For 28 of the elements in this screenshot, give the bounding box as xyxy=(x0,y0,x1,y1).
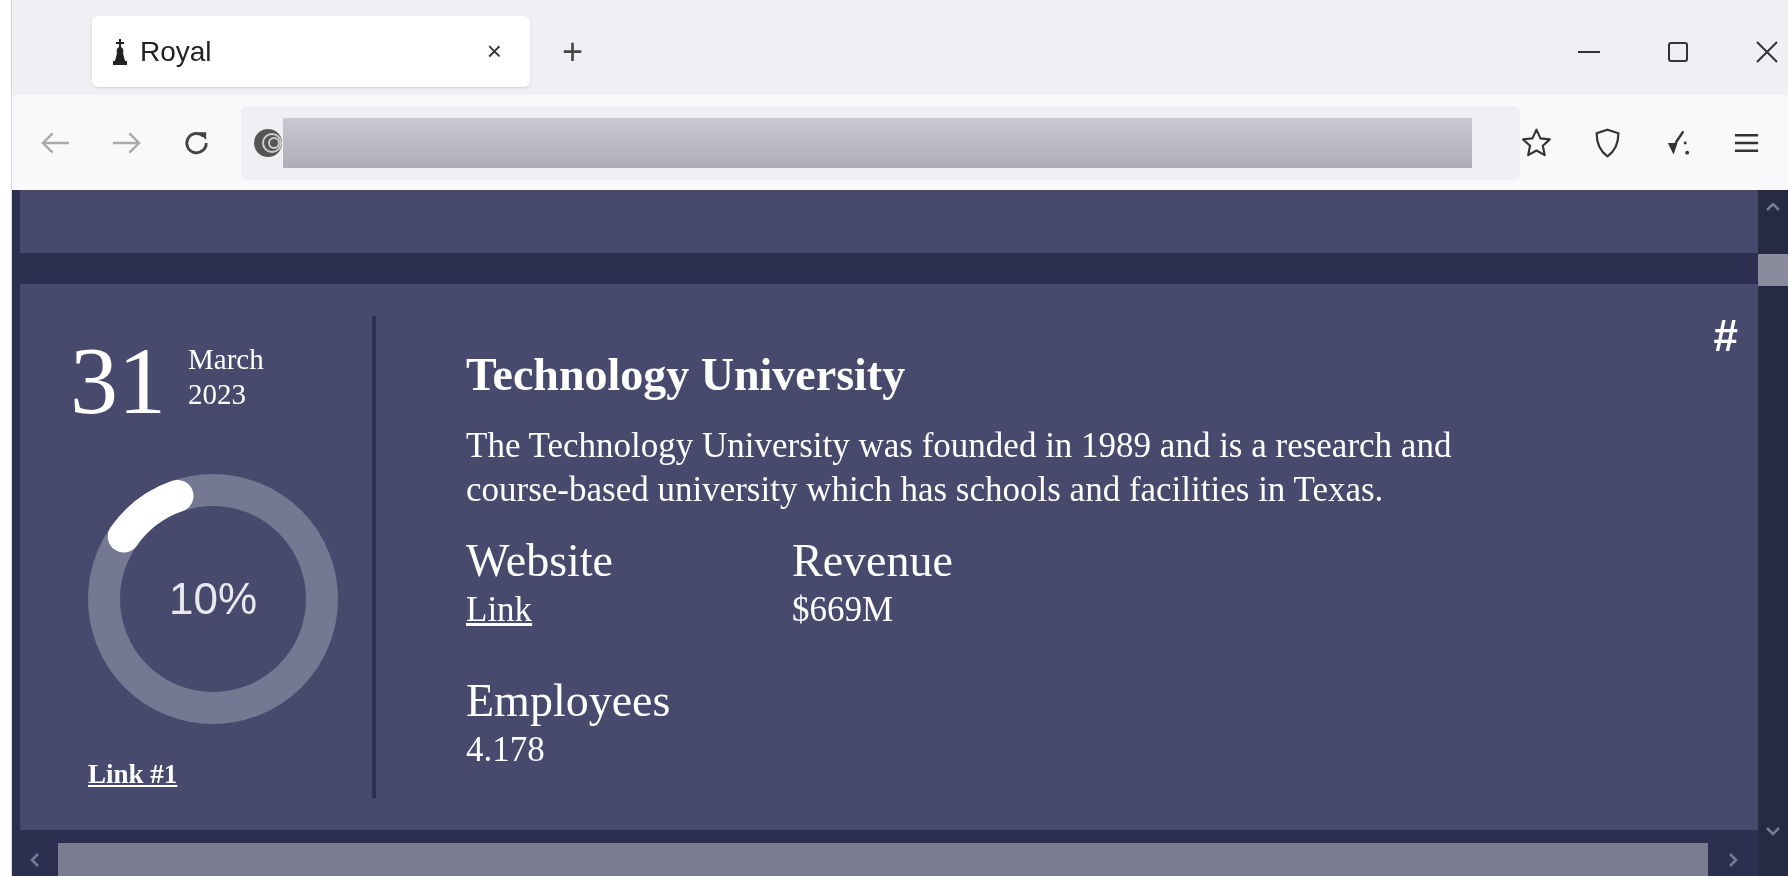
scroll-left-icon[interactable] xyxy=(28,850,42,869)
date-day: 31 xyxy=(70,338,166,425)
side-link[interactable]: Link #1 xyxy=(88,754,178,795)
star-icon[interactable] xyxy=(1520,126,1553,159)
new-tab-button[interactable]: + xyxy=(554,24,592,79)
date-month: March xyxy=(188,342,264,377)
horizontal-scrollbar-thumb[interactable] xyxy=(58,843,1708,876)
browser-tab[interactable]: Royal × xyxy=(92,16,530,87)
progress-percent: 10% xyxy=(168,573,258,626)
site-info-icon[interactable] xyxy=(252,127,283,158)
maximize-icon[interactable] xyxy=(1668,41,1688,62)
anchor-link[interactable]: # xyxy=(1713,314,1738,358)
scroll-right-icon[interactable] xyxy=(1726,850,1740,869)
card-description: The Technology University was founded in 1989 and is a research and course-based university which has schools and facilities in Texas. xyxy=(466,424,1453,511)
date-year: 2023 xyxy=(188,376,247,412)
close-tab-button[interactable]: × xyxy=(478,32,510,71)
scroll-down-icon[interactable] xyxy=(1764,824,1782,838)
card-title: Technology University xyxy=(466,348,906,402)
field-label: Employees xyxy=(466,676,671,728)
field-label: Revenue xyxy=(792,536,953,587)
chess-king-icon xyxy=(112,38,128,65)
field-value: $669M xyxy=(792,588,894,631)
tab-title: Royal xyxy=(140,34,213,69)
field-value: 4.178 xyxy=(466,729,545,772)
field-link[interactable]: Link xyxy=(466,586,533,633)
vertical-scrollbar-thumb[interactable] xyxy=(1758,254,1788,286)
field-label: Website xyxy=(466,536,614,587)
close-icon[interactable] xyxy=(1756,40,1778,63)
